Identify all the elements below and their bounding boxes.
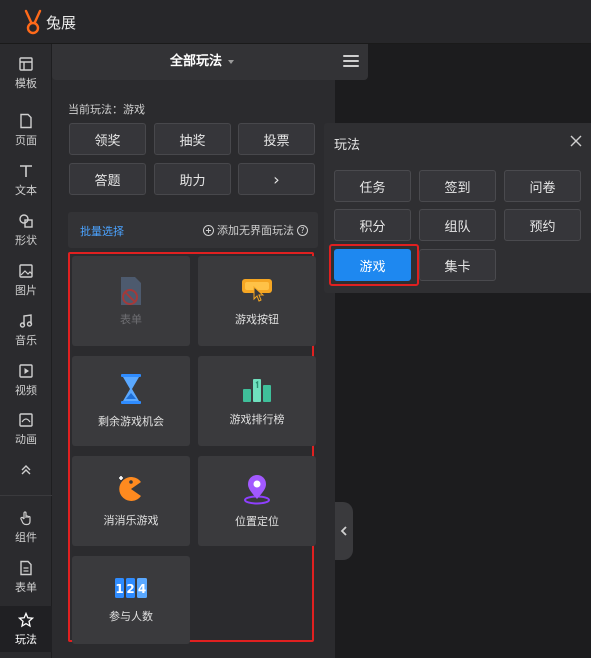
option-team-button[interactable]: 组队 [419,209,496,241]
category-lottery-button[interactable]: 抽奖 [154,123,231,155]
plus-circle-icon [203,224,214,236]
nav-item-form[interactable]: 表单 [0,554,52,600]
nav-label-music: 音乐 [15,333,37,347]
hamburger-menu-icon[interactable] [343,55,359,69]
panel-title: 全部玩法 [169,54,222,69]
nav-divider [0,495,52,496]
card-label: 表单 [120,313,142,326]
nav-item-image[interactable]: 图片 [0,257,52,303]
nav-label-animation: 动画 [15,432,37,446]
app-logo[interactable]: 兔展 [22,9,76,35]
option-card-collect-button[interactable]: 集卡 [419,249,496,281]
chevron-left-icon [340,526,347,536]
svg-text:2: 2 [126,582,134,596]
card-label: 消消乐游戏 [103,514,159,527]
nav-label-template: 模板 [15,76,37,90]
add-headless-gameplay-link[interactable]: 添加无界面玩法 ? [203,222,308,238]
card-label: 参与人数 [109,610,153,623]
nav-item-music[interactable]: 音乐 [0,307,52,353]
expand-more-button[interactable] [0,448,52,492]
top-bar: 兔展 [0,0,591,44]
nav-item-template[interactable]: 模板 [0,50,52,96]
location-pin-icon [244,475,270,505]
gameplay-icon [18,611,34,627]
card-label: 游戏按钮 [235,313,279,326]
nav-item-shape[interactable]: 形状 [0,207,52,253]
nav-label-image: 图片 [15,283,37,297]
help-icon[interactable]: ? [297,224,308,236]
batch-select-link[interactable]: 批量选择 [80,223,124,239]
svg-text:4: 4 [138,582,146,596]
game-button-icon [242,279,272,302]
card-label: 游戏排行榜 [229,413,285,426]
panel-header: 全部玩法 [52,44,368,80]
option-task-button[interactable]: 任务 [334,170,411,202]
shape-icon [19,213,33,228]
animation-icon [19,412,33,427]
podium-icon [243,379,271,402]
close-icon[interactable] [569,134,583,148]
card-location[interactable]: 位置定位 [198,456,316,546]
nav-label-component: 组件 [15,530,37,544]
card-label: 剩余游戏机会 [98,415,164,428]
double-chevron-up-icon [21,465,31,475]
rabbit-logo-icon [24,9,42,35]
option-reserve-button[interactable]: 预约 [504,209,581,241]
add-headless-gameplay-label: 添加无界面玩法 [217,224,294,237]
pacman-icon [119,476,141,501]
app-name: 兔展 [46,13,77,32]
counter-digits-icon: 1 2 4 [115,578,147,598]
option-checkin-button[interactable]: 签到 [419,170,496,202]
nav-label-page: 页面 [15,133,37,147]
page-icon [20,113,32,128]
card-remaining-chances[interactable]: 剩余游戏机会 [72,356,190,446]
nav-label-text: 文本 [15,183,37,197]
card-participant-count[interactable]: 1 2 4 参与人数 [72,556,190,644]
left-sidebar: 模板 页面 文本 形状 图片 音乐 视频 动画 组件 表单 玩法 [0,44,52,658]
card-form[interactable]: 表单 [72,256,190,346]
nav-label-shape: 形状 [15,233,37,247]
hourglass-icon [121,374,141,404]
option-points-button[interactable]: 积分 [334,209,411,241]
nav-item-animation[interactable]: 动画 [0,406,52,452]
popup-title: 玩法 [334,138,361,153]
image-icon [19,263,33,278]
card-label: 位置定位 [235,515,279,528]
collapse-panel-button[interactable] [335,502,353,560]
template-icon [19,56,33,71]
form-disabled-icon [121,277,141,305]
nav-label-gameplay: 玩法 [15,632,37,646]
nav-item-component[interactable]: 组件 [0,504,52,550]
card-leaderboard[interactable]: 游戏排行榜 [198,356,316,446]
option-survey-button[interactable]: 问卷 [504,170,581,202]
svg-text:1: 1 [115,582,123,596]
gameplay-card-grid: 表单 游戏按钮 剩余游戏机会 游戏排行榜 消消乐游戏 位置定位 1 2 4 参与… [68,252,316,644]
current-gameplay-label: 当前玩法：游戏 [68,103,145,116]
nav-label-video: 视频 [15,383,37,397]
hand-pointer-icon [20,510,31,525]
nav-item-page[interactable]: 页面 [0,107,52,153]
category-more-button[interactable]: › [238,163,315,195]
nav-item-video[interactable]: 视频 [0,357,52,403]
category-quiz-button[interactable]: 答题 [69,163,146,195]
card-match-game[interactable]: 消消乐游戏 [72,456,190,546]
panel-title-dropdown[interactable]: 全部玩法 [52,44,352,80]
nav-label-form: 表单 [15,580,37,594]
video-icon [19,363,33,378]
category-claim-button[interactable]: 领奖 [69,123,146,155]
music-icon [19,313,33,328]
form-icon [20,560,32,575]
caret-down-icon [228,59,234,64]
text-icon [20,164,32,177]
category-boost-button[interactable]: 助力 [154,163,231,195]
category-vote-button[interactable]: 投票 [238,123,315,155]
selected-option-highlight [329,244,419,286]
batch-toolbar: 批量选择 添加无界面玩法 ? [68,212,318,248]
nav-item-text[interactable]: 文本 [0,157,52,203]
nav-item-gameplay[interactable]: 玩法 [0,606,52,652]
card-game-button[interactable]: 游戏按钮 [198,256,316,346]
